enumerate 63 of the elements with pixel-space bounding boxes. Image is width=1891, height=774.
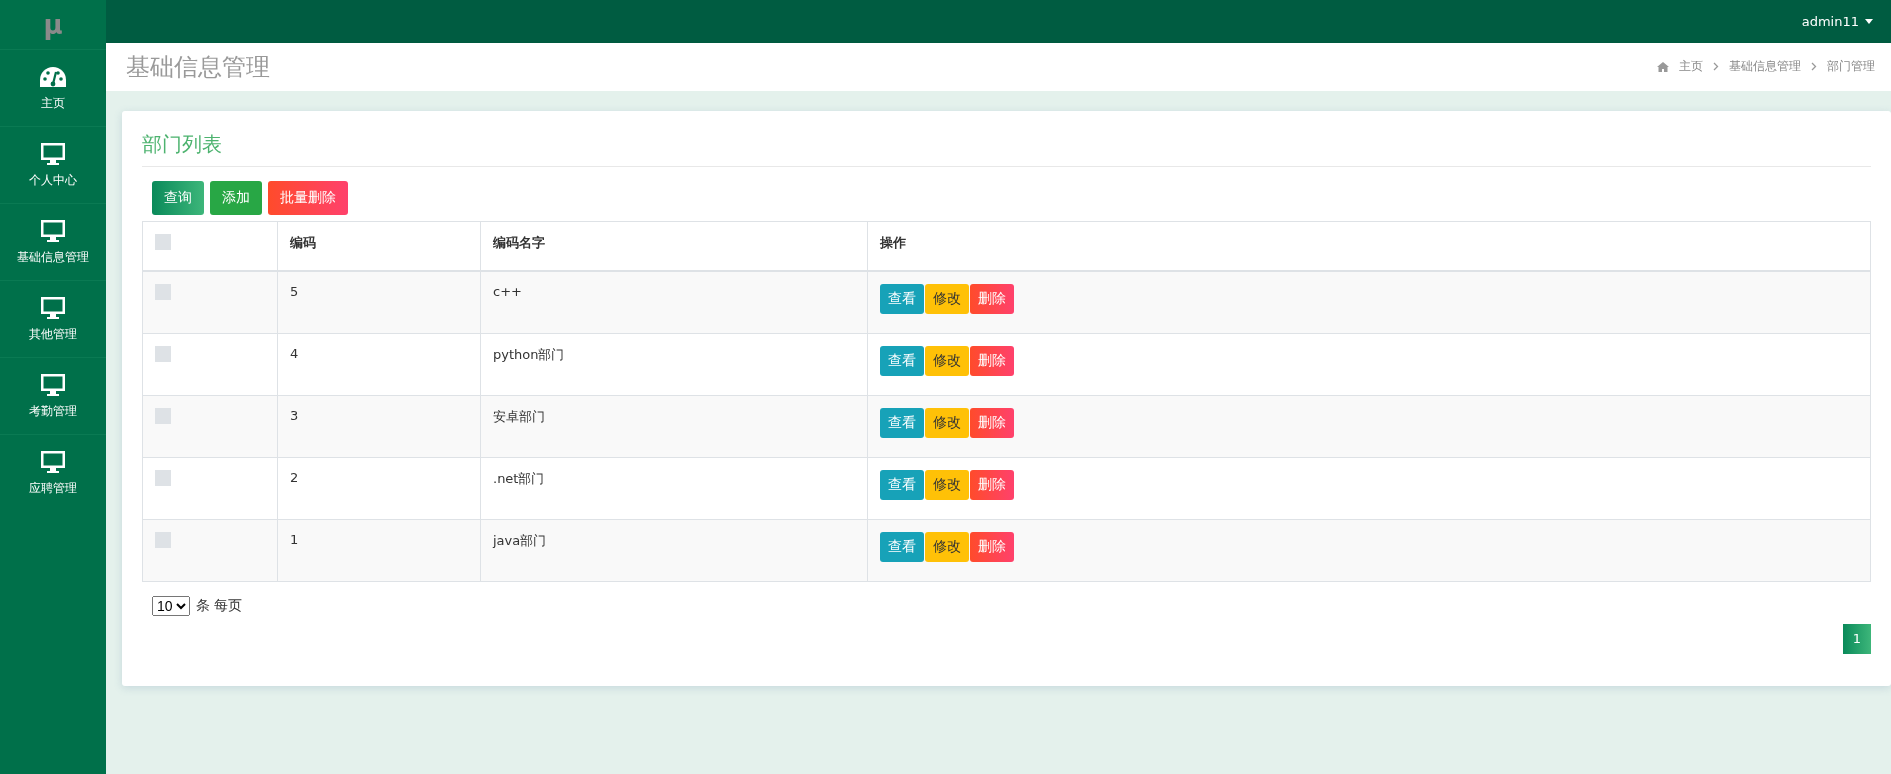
column-header: 操作 xyxy=(880,234,906,250)
sidebar-item-label: 个人中心 xyxy=(29,171,77,189)
action-button[interactable]: 修改 xyxy=(925,531,969,562)
page-size-select[interactable]: 10 xyxy=(152,595,190,616)
action-button[interactable]: 删除 xyxy=(970,531,1014,562)
toolbar-button[interactable]: 批量删除 xyxy=(268,180,348,215)
action-button[interactable]: 查看 xyxy=(880,469,924,500)
action-button[interactable]: 删除 xyxy=(970,345,1014,376)
breadcrumb-link[interactable]: 基础信息管理 xyxy=(1729,58,1801,76)
sidebar-item-label: 主页 xyxy=(41,94,65,112)
sidebar-item-label: 考勤管理 xyxy=(29,402,77,420)
page-size-label: 条 每页 xyxy=(196,596,243,615)
page-title: 基础信息管理 xyxy=(126,51,270,83)
table-cell: 5 xyxy=(290,284,299,300)
action-button[interactable]: 修改 xyxy=(925,469,969,500)
monitor-icon xyxy=(40,218,66,243)
action-button[interactable]: 查看 xyxy=(880,531,924,562)
action-button[interactable]: 查看 xyxy=(880,407,924,438)
dashboard-icon xyxy=(39,64,67,89)
row-checkbox[interactable] xyxy=(155,284,171,301)
table-cell: c++ xyxy=(493,284,522,300)
sidebar-item-label: 应聘管理 xyxy=(29,479,77,497)
chevron-icon xyxy=(1811,62,1817,72)
monitor-icon xyxy=(40,141,66,166)
row-checkbox[interactable] xyxy=(155,531,171,548)
page-button[interactable]: 1 xyxy=(1843,623,1871,654)
monitor-icon xyxy=(40,372,66,397)
table-cell: 4 xyxy=(290,345,299,361)
column-header: 编码 xyxy=(290,234,316,250)
toolbar-button[interactable]: 查询 xyxy=(152,180,204,215)
card-title: 部门列表 xyxy=(142,126,1871,167)
sidebar-item-label: 其他管理 xyxy=(29,325,77,343)
action-button[interactable]: 查看 xyxy=(880,345,924,376)
home-icon xyxy=(1657,61,1669,72)
action-button[interactable]: 修改 xyxy=(925,407,969,438)
action-button[interactable]: 删除 xyxy=(970,407,1014,438)
row-checkbox[interactable] xyxy=(155,469,171,486)
breadcrumb-link[interactable]: 主页 xyxy=(1679,58,1703,76)
chevron-icon xyxy=(1713,62,1719,72)
table-cell: 2 xyxy=(290,469,299,485)
action-button[interactable]: 删除 xyxy=(970,284,1014,315)
toolbar-button[interactable]: 添加 xyxy=(210,180,262,215)
breadcrumb-link[interactable]: 部门管理 xyxy=(1827,58,1875,76)
sidebar-item-label: 基础信息管理 xyxy=(17,248,89,266)
logo: μ xyxy=(42,8,64,42)
table-cell: 3 xyxy=(290,407,299,423)
table-cell: .net部门 xyxy=(493,470,545,486)
row-checkbox[interactable] xyxy=(155,407,171,424)
action-button[interactable]: 删除 xyxy=(970,469,1014,500)
column-header: 编码名字 xyxy=(493,234,545,250)
table-cell: 1 xyxy=(290,531,299,547)
action-button[interactable]: 查看 xyxy=(880,284,924,315)
row-checkbox[interactable] xyxy=(155,345,171,362)
action-button[interactable]: 修改 xyxy=(925,345,969,376)
table-cell: java部门 xyxy=(493,532,547,548)
caret-icon xyxy=(1865,18,1873,24)
monitor-icon xyxy=(40,449,66,474)
table-cell: python部门 xyxy=(493,346,565,362)
table-cell: 安卓部门 xyxy=(493,408,545,424)
user-menu[interactable]: admin11 xyxy=(1801,13,1873,29)
select-all-checkbox[interactable] xyxy=(155,233,171,250)
monitor-icon xyxy=(40,295,66,320)
action-button[interactable]: 修改 xyxy=(925,284,969,315)
